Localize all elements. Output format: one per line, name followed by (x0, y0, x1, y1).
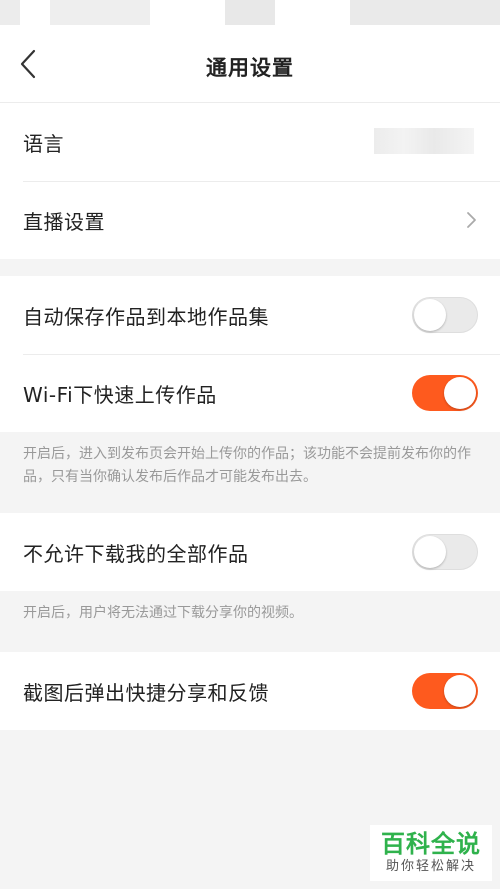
screenshot-share-toggle[interactable] (412, 673, 478, 709)
wifi-upload-toggle[interactable] (412, 375, 478, 411)
toggle-knob (444, 675, 476, 707)
watermark-subtitle: 助你轻松解决 (385, 859, 476, 874)
status-bar-blur (225, 0, 275, 25)
language-label: 语言 (23, 131, 64, 156)
language-row[interactable]: 语言 (0, 103, 500, 181)
section-download: 不允许下载我的全部作品 (0, 513, 500, 591)
chevron-right-icon (467, 212, 476, 228)
header: 通用设置 (0, 25, 500, 103)
disallow-download-label: 不允许下载我的全部作品 (23, 541, 249, 566)
disallow-download-row: 不允许下载我的全部作品 (0, 513, 500, 591)
page-title: 通用设置 (206, 56, 294, 80)
section-screenshot: 截图后弹出快捷分享和反馈 (0, 652, 500, 730)
toggle-knob (414, 299, 446, 331)
download-hint: 开启后，用户将无法通过下载分享你的视频。 (23, 605, 303, 621)
live-settings-label: 直播设置 (23, 209, 105, 234)
wifi-upload-row: Wi-Fi下快速上传作品 (0, 354, 500, 432)
auto-save-label: 自动保存作品到本地作品集 (23, 304, 269, 329)
auto-save-toggle[interactable] (412, 297, 478, 333)
screenshot-share-label: 截图后弹出快捷分享和反馈 (23, 680, 269, 705)
toggle-knob (444, 377, 476, 409)
live-settings-row[interactable]: 直播设置 (0, 181, 500, 259)
wifi-upload-hint: 开启后，进入到发布页会开始上传你的作品；该功能不会提前发布你的作品，只有当你确认… (23, 446, 471, 485)
settings-screen: 通用设置 语言 直播设置 自动保存作品到本地作品集 Wi-Fi下快速上传作品 开… (0, 0, 500, 889)
disallow-download-toggle[interactable] (412, 534, 478, 570)
status-bar-blur (350, 0, 500, 25)
wifi-upload-label: Wi-Fi下快速上传作品 (23, 382, 217, 407)
screenshot-share-row: 截图后弹出快捷分享和反馈 (0, 652, 500, 730)
section-upload: 自动保存作品到本地作品集 Wi-Fi下快速上传作品 (0, 276, 500, 432)
language-value-blurred (374, 128, 474, 154)
status-bar (0, 0, 500, 25)
status-bar-blur (50, 0, 150, 25)
auto-save-row: 自动保存作品到本地作品集 (0, 276, 500, 354)
watermark-logo: 百科全说 助你轻松解决 (370, 825, 492, 881)
watermark-title: 百科全说 (381, 830, 481, 858)
section-general: 语言 直播设置 (0, 103, 500, 259)
status-bar-blur (0, 0, 20, 25)
toggle-knob (414, 536, 446, 568)
